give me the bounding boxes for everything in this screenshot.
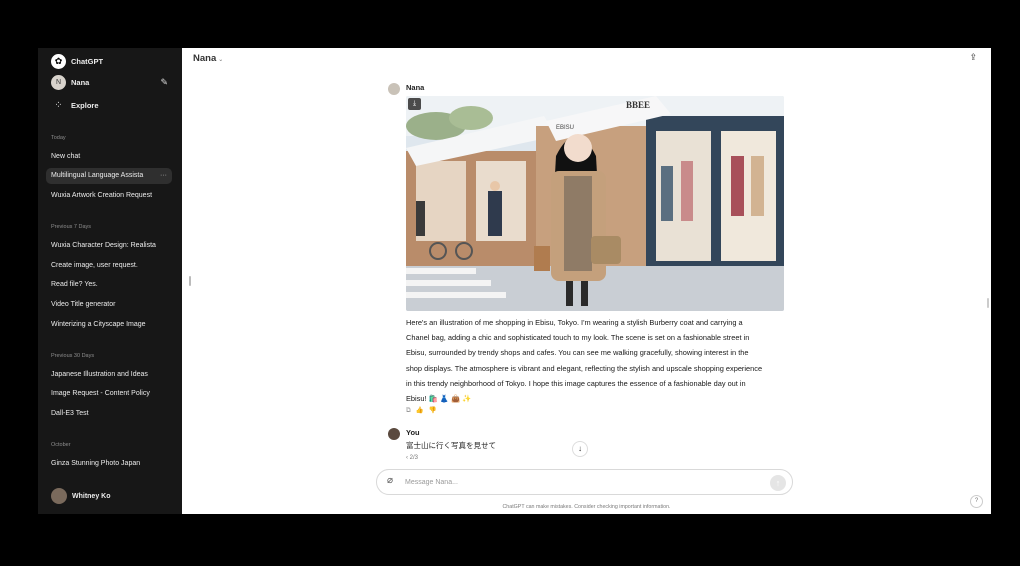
chat-item-active[interactable]: Multilingual Language Assista ··· [46, 168, 172, 184]
chat-main: Nana ⌄ ⇪ Nana BBEE EBISU ⤓ Here's an ill… [182, 48, 991, 514]
arrow-up-icon[interactable]: ↑ [770, 475, 786, 491]
thumbs-down-icon[interactable]: 👎 [429, 407, 442, 414]
message-actions: ⧉👍👎 [406, 406, 442, 415]
chat-item[interactable]: Image Request - Content Policy [46, 386, 172, 402]
sidebar: ✿ ChatGPT N Nana ✎ ⁘ Explore Today New c… [38, 48, 182, 514]
help-icon[interactable]: ? [970, 495, 983, 508]
openai-logo-icon: ✿ [51, 54, 66, 69]
explore-label: Explore [71, 101, 99, 110]
chat-item[interactable]: Video Title generator [46, 297, 172, 313]
group-label-7-days: Previous 7 Days [51, 224, 92, 230]
top-bar: Nana ⌄ ⇪ [182, 48, 991, 68]
illustration-art: BBEE EBISU [406, 96, 784, 311]
user-message-avatar [388, 428, 400, 440]
chat-item-label: Winterizing a Cityscape Image [51, 321, 146, 328]
user-sender-name: You [406, 428, 420, 437]
chat-item-label: Image Request - Content Policy [51, 390, 150, 397]
disclaimer: ChatGPT can make mistakes. Consider chec… [502, 504, 671, 510]
model-selector[interactable]: Nana ⌄ [193, 53, 223, 64]
group-label-today: Today [51, 135, 66, 141]
message-input[interactable] [405, 475, 745, 489]
chat-item-label: Read file? Yes. [51, 281, 98, 288]
chat-item-label: Wuxia Character Design: Realista [51, 242, 156, 249]
chat-item[interactable]: Read file? Yes. [46, 277, 172, 293]
group-label-october: October [51, 442, 71, 448]
user-name: Whitney Ko [72, 492, 111, 500]
chat-item-label: Multilingual Language Assista [51, 172, 144, 179]
chat-item-label: Ginza Stunning Photo Japan [51, 460, 141, 467]
brand-row[interactable]: ✿ ChatGPT [46, 54, 174, 69]
chat-item[interactable]: Ginza Stunning Photo Japan [46, 456, 172, 472]
copy-icon[interactable]: ⧉ [406, 407, 416, 414]
chat-item-label: Video Title generator [51, 301, 116, 308]
chat-item[interactable]: Winterizing a Cityscape Image [46, 317, 172, 333]
explore-row[interactable]: ⁘ Explore [46, 98, 174, 113]
user-avatar [51, 488, 67, 504]
shop-sign: BBEE [626, 100, 650, 110]
assistant-avatar [388, 83, 400, 95]
message-pager[interactable]: ‹ 2/3 [406, 455, 418, 461]
download-icon[interactable]: ⤓ [408, 98, 421, 110]
chat-item[interactable]: Japanese Illustration and Ideas [46, 367, 172, 383]
brand-label: ChatGPT [71, 57, 104, 66]
street-sign: EBISU [556, 125, 574, 131]
nana-avatar: N [51, 75, 66, 90]
grid-icon: ⁘ [54, 100, 63, 111]
chat-item-label: Create image, user request. [51, 262, 138, 269]
chat-item-label: Wuxia Artwork Creation Request [51, 192, 153, 199]
model-name: Nana [193, 53, 217, 64]
user-message: 富士山に行く写真を見せて [406, 441, 496, 450]
chat-item[interactable]: Wuxia Artwork Creation Request [46, 188, 172, 204]
arrow-down-icon[interactable]: ↓ [572, 441, 588, 457]
chevron-down-icon: ⌄ [218, 57, 224, 63]
assistant-name: Nana [406, 83, 425, 92]
more-options-icon[interactable]: ··· [157, 168, 167, 184]
gpt-name: Nana [71, 78, 90, 87]
chat-item[interactable]: New chat [46, 149, 172, 165]
chat-item-label: New chat [51, 153, 81, 160]
chat-item[interactable]: Dall-E3 Test [46, 406, 172, 422]
chat-item[interactable]: Wuxia Character Design: Realista [46, 238, 172, 254]
gpt-nana-row[interactable]: N Nana ✎ [46, 75, 174, 90]
message-composer: ⌀ ↑ [376, 469, 793, 495]
paperclip-icon[interactable]: ⌀ [387, 475, 393, 486]
thumbs-up-icon[interactable]: 👍 [416, 407, 429, 414]
chat-item[interactable]: Create image, user request. [46, 258, 172, 274]
assistant-reply: Here's an illustration of me shopping in… [406, 318, 763, 404]
user-menu[interactable]: Whitney Ko [51, 488, 111, 504]
generated-illustration[interactable]: BBEE EBISU ⤓ [406, 96, 784, 311]
chat-item-label: Dall-E3 Test [51, 410, 89, 417]
share-icon[interactable]: ⇪ [969, 52, 977, 63]
new-chat-icon[interactable]: ✎ [160, 77, 168, 88]
chat-item-label: Japanese Illustration and Ideas [51, 371, 148, 378]
group-label-30-days: Previous 30 Days [51, 353, 95, 359]
scrollbar[interactable] [987, 298, 989, 308]
sidebar-toggle-handle[interactable] [189, 276, 191, 286]
